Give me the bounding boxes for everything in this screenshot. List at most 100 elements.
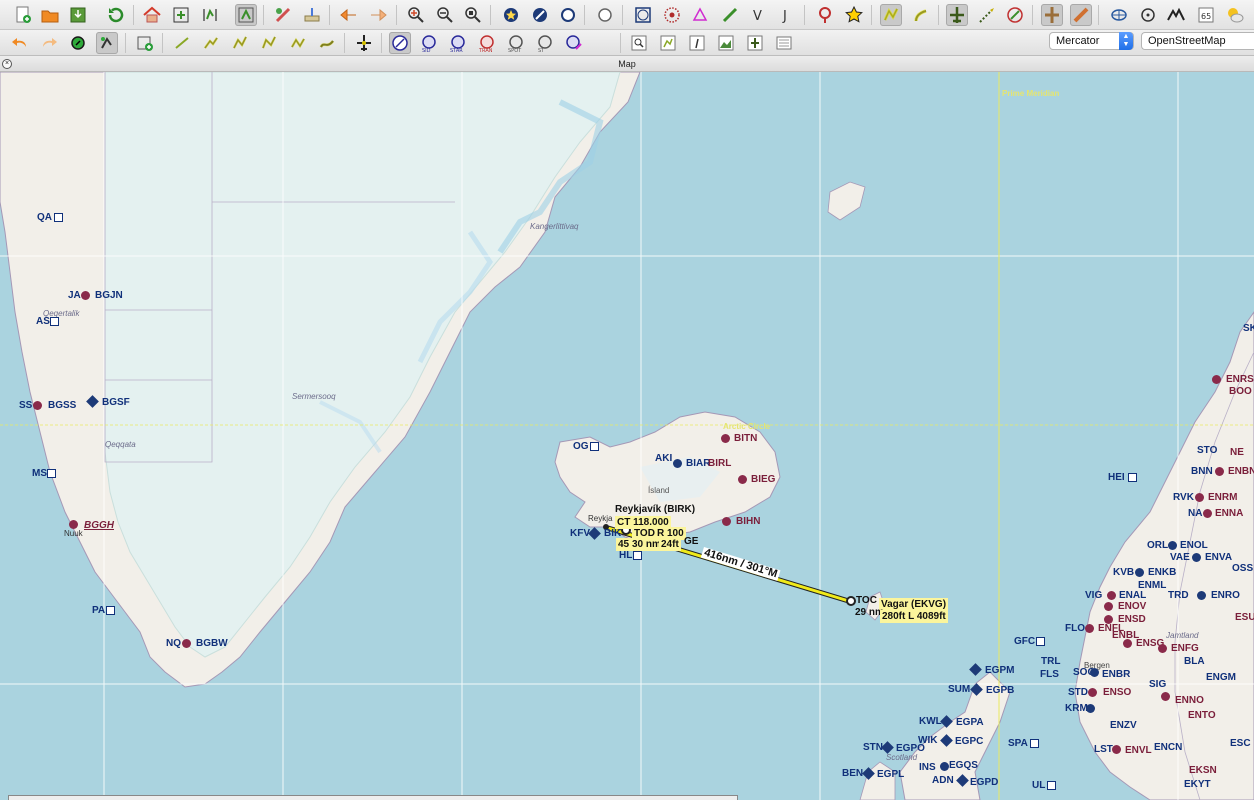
home-icon[interactable]	[141, 4, 163, 26]
new-document-icon[interactable]	[12, 4, 34, 26]
aircraft-icon[interactable]	[946, 4, 968, 26]
missed-approach-icon[interactable]	[910, 4, 932, 26]
airport-label[interactable]: ORL	[1147, 540, 1168, 551]
aircraft-trail-icon[interactable]	[976, 4, 998, 26]
airport-label[interactable]: MS	[32, 468, 47, 479]
airport-label[interactable]: BGGH	[84, 520, 114, 531]
airport-label[interactable]: ENOV	[1118, 601, 1146, 612]
airport-label[interactable]: NA	[1188, 508, 1202, 519]
airport-label[interactable]: BNN	[1191, 466, 1213, 477]
route-vor-icon[interactable]	[200, 32, 222, 54]
airport-label[interactable]: STN	[863, 742, 883, 753]
aircraft-window-icon[interactable]	[744, 32, 766, 54]
airport-label[interactable]: EGPC	[955, 736, 983, 747]
airport-label[interactable]: ENOL	[1180, 540, 1208, 551]
airport-label[interactable]: EGQS	[949, 760, 978, 771]
elevation-window-icon[interactable]	[715, 32, 737, 54]
airport-label[interactable]: ENRM	[1208, 492, 1237, 503]
airport-label[interactable]: HL	[619, 550, 632, 561]
airport-label[interactable]: EGPA	[956, 717, 984, 728]
airport-label[interactable]: KFV	[570, 528, 590, 539]
airport-label[interactable]: ESU	[1235, 612, 1254, 623]
airport-label[interactable]: STO	[1197, 445, 1217, 456]
airport-label[interactable]: ENCN	[1154, 742, 1182, 753]
airport-label[interactable]: KRM	[1065, 703, 1088, 714]
projection-select[interactable]: Mercator ▲ ▼	[1049, 32, 1134, 50]
search-map-icon[interactable]	[628, 32, 650, 54]
range-rings-icon[interactable]	[1137, 4, 1159, 26]
ai-aircraft-icon[interactable]	[1041, 4, 1063, 26]
airport-label[interactable]: ENRO	[1211, 590, 1240, 601]
airport-label[interactable]: ENBR	[1102, 669, 1130, 680]
airport-label[interactable]: STD	[1068, 687, 1088, 698]
aircraft-center-icon[interactable]	[235, 4, 257, 26]
procedure-tile-icon[interactable]: ST	[534, 32, 556, 54]
favorite-star-icon[interactable]	[843, 4, 865, 26]
airport-label[interactable]: FLS	[1040, 669, 1059, 680]
zoom-to-selection-icon[interactable]	[199, 4, 221, 26]
airport-label[interactable]: ENFG	[1171, 643, 1199, 654]
airport-label[interactable]: VIG	[1085, 590, 1102, 601]
compass-icon[interactable]	[1004, 4, 1026, 26]
weather-icon[interactable]	[1224, 4, 1246, 26]
select-arrival-icon[interactable]	[96, 32, 118, 54]
airport-label[interactable]: EGPM	[985, 665, 1014, 676]
airport-label[interactable]: AKI	[655, 453, 672, 464]
airport-label[interactable]: SIG	[1149, 679, 1166, 690]
airport-label[interactable]: ENTO	[1188, 710, 1216, 721]
zoom-in-icon[interactable]	[405, 4, 427, 26]
airport-label[interactable]: ENZV	[1110, 720, 1137, 731]
select-departure-icon[interactable]	[67, 32, 89, 54]
airport-label[interactable]: OSS	[1232, 563, 1253, 574]
airport-empty-icon[interactable]	[557, 4, 579, 26]
airport-label[interactable]: FLO	[1065, 623, 1085, 634]
airport-label[interactable]: UL	[1032, 780, 1045, 791]
info-window-icon[interactable]	[686, 32, 708, 54]
airport-label[interactable]: KWL	[919, 716, 942, 727]
airport-label[interactable]: SUM	[948, 684, 970, 695]
ai-ship-icon[interactable]	[1070, 4, 1092, 26]
airport-label[interactable]: EKYT	[1184, 779, 1211, 790]
route-reverse-icon[interactable]	[316, 32, 338, 54]
airport-label[interactable]: TRD	[1168, 590, 1189, 601]
redo-icon[interactable]	[38, 32, 60, 54]
map-view[interactable]: Prime Meridian Arctic Circle Qeqertalik …	[0, 72, 1254, 800]
airport-label[interactable]: BGSF	[102, 397, 130, 408]
close-icon[interactable]: ×	[2, 59, 12, 69]
airport-label[interactable]: SPA	[1008, 738, 1028, 749]
airport-label[interactable]: BGJN	[95, 290, 123, 301]
airport-label[interactable]: LST	[1094, 744, 1113, 755]
measure-icon[interactable]	[301, 4, 323, 26]
user-point-icon[interactable]	[814, 4, 836, 26]
airport-label[interactable]: BIRL	[708, 458, 731, 469]
airport-star-icon[interactable]	[500, 4, 522, 26]
airport-label[interactable]: ENRS	[1226, 374, 1254, 385]
airport-label[interactable]: EKSN	[1189, 765, 1217, 776]
airport-label[interactable]: ENGM	[1206, 672, 1236, 683]
airport-label[interactable]: GFC	[1014, 636, 1035, 647]
add-waypoint-icon[interactable]	[134, 32, 156, 54]
save-icon[interactable]	[67, 4, 89, 26]
airport-label[interactable]: ENAL	[1119, 590, 1146, 601]
airport-label[interactable]: EGPB	[986, 685, 1014, 696]
airport-pin-icon[interactable]	[272, 4, 294, 26]
undo-icon[interactable]	[9, 32, 31, 54]
legend-window-icon[interactable]	[773, 32, 795, 54]
minimum-altitude-icon[interactable]: 65	[1195, 4, 1217, 26]
victor-airways-icon[interactable]: V	[748, 4, 770, 26]
airport-label[interactable]: OG	[573, 441, 589, 452]
airport-label[interactable]: BGSS	[48, 400, 76, 411]
open-folder-icon[interactable]	[39, 4, 61, 26]
reload-icon[interactable]	[105, 4, 127, 26]
procedure-approach-icon[interactable]	[389, 32, 411, 54]
procedure-sid-icon[interactable]: SID	[418, 32, 440, 54]
airport-label[interactable]: BLA	[1184, 656, 1205, 667]
airport-label[interactable]: RVK	[1173, 492, 1194, 503]
airport-icon[interactable]	[529, 4, 551, 26]
procedure-spot-icon[interactable]: SPOT	[505, 32, 527, 54]
user-aircraft-icon[interactable]	[353, 32, 375, 54]
airport-label[interactable]: JA	[68, 290, 81, 301]
grid-globe-icon[interactable]	[1108, 4, 1130, 26]
airport-label[interactable]: SK	[1243, 323, 1254, 334]
airport-label[interactable]: BEN	[842, 768, 863, 779]
